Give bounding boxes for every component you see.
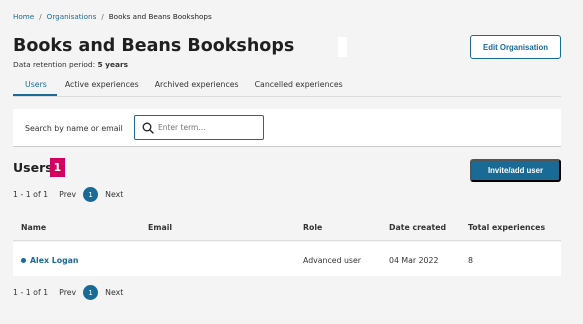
search-panel: Search by name or email bbox=[13, 109, 561, 147]
column-header-email: Email bbox=[148, 223, 173, 232]
search-input[interactable] bbox=[158, 123, 258, 132]
retention-value: 5 years bbox=[97, 60, 129, 69]
breadcrumb-separator: / bbox=[39, 12, 42, 21]
user-name[interactable]: Alex Logan bbox=[30, 256, 78, 265]
invite-add-user-button[interactable]: Invite/add user bbox=[470, 159, 561, 182]
tab-users[interactable]: Users bbox=[13, 75, 57, 96]
breadcrumb-home-link[interactable]: Home bbox=[13, 12, 34, 21]
breadcrumb: Home / Organisations / Books and Beans B… bbox=[13, 12, 212, 21]
pagination-prev[interactable]: Prev bbox=[59, 190, 76, 199]
data-retention-info: Data retention period: 5 years bbox=[13, 60, 128, 69]
column-header-date-created: Date created bbox=[389, 223, 447, 232]
breadcrumb-current: Books and Beans Bookshops bbox=[108, 12, 212, 21]
pagination-range: 1 - 1 of 1 bbox=[13, 190, 49, 199]
pagination-next[interactable]: Next bbox=[105, 288, 123, 297]
column-header-total-experiences: Total experiences bbox=[468, 223, 546, 232]
page-title: Books and Beans Bookshops bbox=[13, 36, 295, 56]
pagination-range: 1 - 1 of 1 bbox=[13, 288, 49, 297]
user-name-link[interactable]: Alex Logan bbox=[21, 256, 78, 265]
search-icon bbox=[142, 122, 154, 134]
pagination-top: 1 - 1 of 1 Prev 1 Next bbox=[13, 187, 123, 202]
tab-archived-experiences[interactable]: Archived experiences bbox=[147, 75, 247, 96]
pagination-next[interactable]: Next bbox=[105, 190, 123, 199]
column-header-role: Role bbox=[303, 223, 323, 232]
table-row: Alex Logan Advanced user 04 Mar 2022 8 bbox=[13, 242, 561, 276]
status-dot-icon bbox=[21, 258, 26, 263]
decorative-box bbox=[338, 37, 347, 57]
breadcrumb-separator: / bbox=[101, 12, 104, 21]
users-count-badge: 1 bbox=[50, 158, 65, 177]
pagination-bottom: 1 - 1 of 1 Prev 1 Next bbox=[13, 285, 123, 300]
tabs-divider bbox=[13, 96, 561, 97]
tab-active-experiences[interactable]: Active experiences bbox=[57, 75, 147, 96]
tab-cancelled-experiences[interactable]: Cancelled experiences bbox=[247, 75, 351, 96]
users-table-header: Name Email Role Date created Total exper… bbox=[13, 214, 561, 241]
user-role: Advanced user bbox=[303, 256, 361, 265]
search-box[interactable] bbox=[134, 115, 264, 140]
breadcrumb-organisations-link[interactable]: Organisations bbox=[47, 12, 97, 21]
pagination-prev[interactable]: Prev bbox=[59, 288, 76, 297]
retention-label: Data retention period: bbox=[13, 60, 96, 69]
edit-organisation-button[interactable]: Edit Organisation bbox=[470, 35, 561, 59]
users-heading: Users bbox=[13, 160, 53, 175]
column-header-name: Name bbox=[21, 223, 47, 232]
pagination-page-current[interactable]: 1 bbox=[83, 285, 99, 300]
pagination-page-current[interactable]: 1 bbox=[83, 187, 99, 202]
search-label: Search by name or email bbox=[25, 124, 123, 133]
user-total-experiences: 8 bbox=[468, 256, 473, 265]
user-date-created: 04 Mar 2022 bbox=[389, 256, 439, 265]
tab-bar: Users Active experiences Archived experi… bbox=[13, 75, 351, 96]
